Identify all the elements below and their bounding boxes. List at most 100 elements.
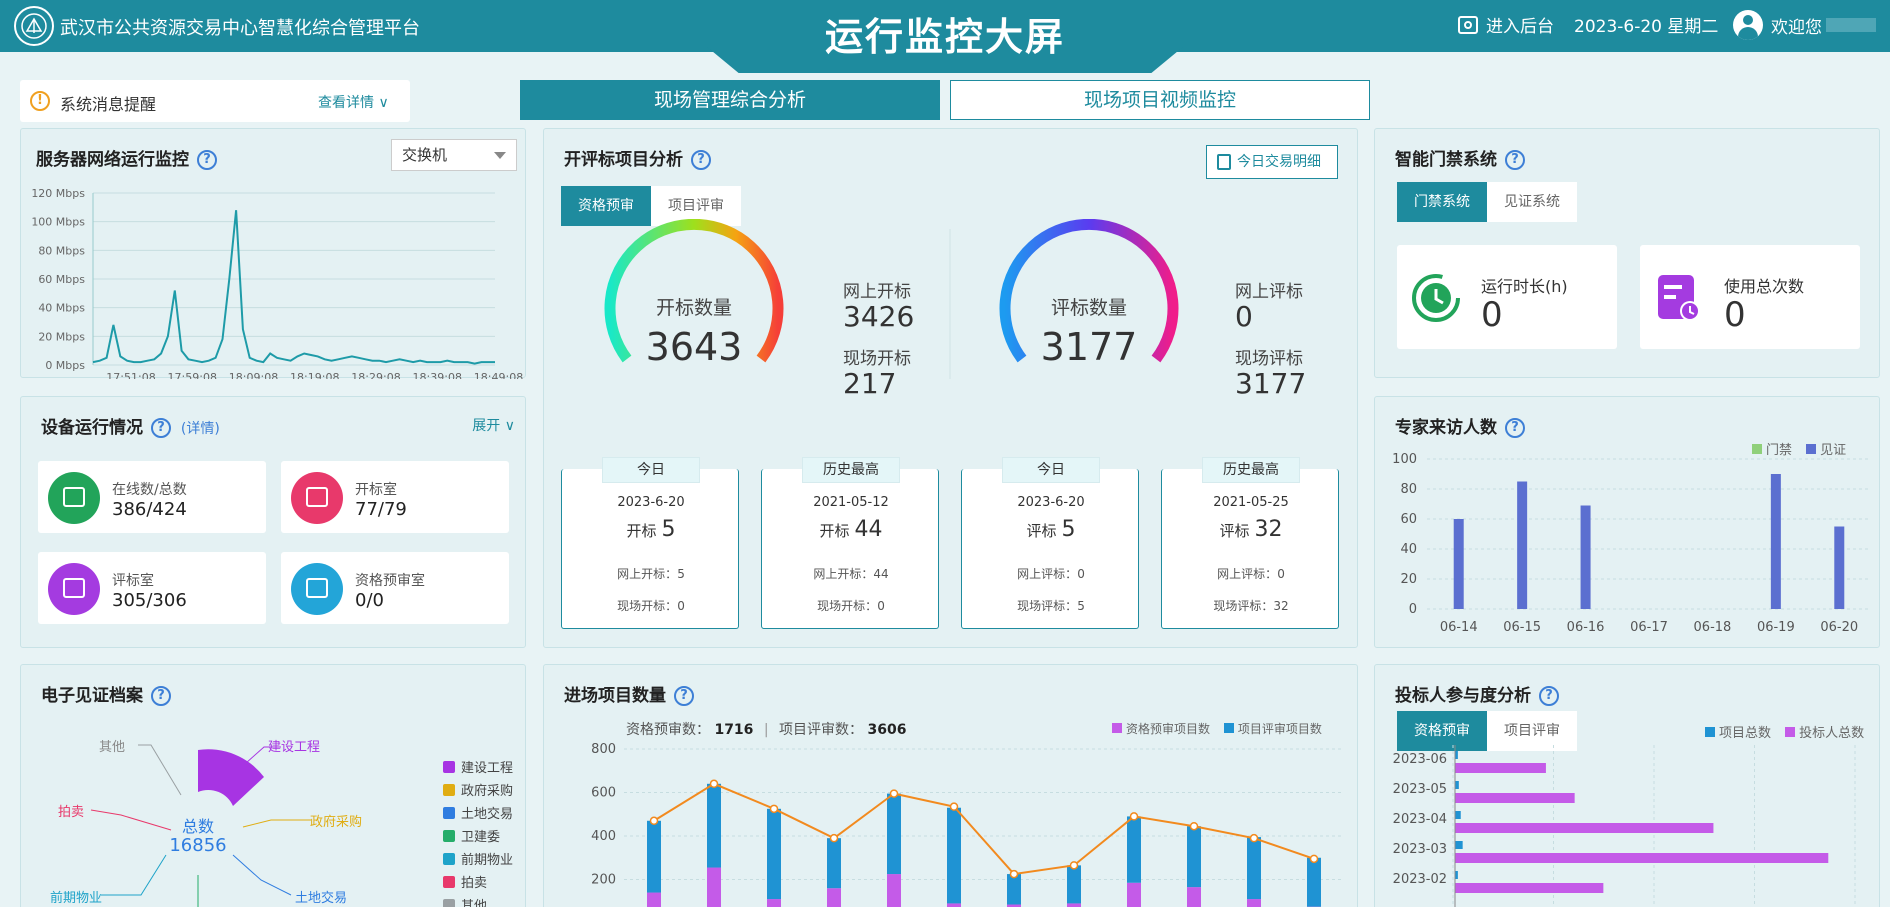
stat-line1-value: 44 <box>873 567 889 581</box>
y-tick-label: 100 <box>1392 452 1417 467</box>
tab-video-monitor[interactable]: 现场项目视频监控 <box>950 80 1370 120</box>
backend-icon <box>1458 15 1478 34</box>
bar-review <box>707 783 721 868</box>
legend-swatch <box>1705 727 1715 737</box>
notice-detail-label: 查看详情 <box>318 95 374 111</box>
gauge2-onsite-value: 3177 <box>1235 367 1307 400</box>
bar-bidders <box>1455 853 1829 863</box>
experts-panel: 专家来访人数? 门禁 见证 100 80 60 40 20 0 06-14 06-15 06-1… <box>1374 396 1880 648</box>
bar-bidders <box>1455 823 1714 833</box>
y-tick-label: 0 Mbps <box>45 359 85 372</box>
bar-projects <box>1455 811 1461 819</box>
x-tick-label: 06-19 <box>1757 620 1795 635</box>
stat-card-date: 2023-6-20 <box>1017 495 1085 510</box>
device-card[interactable]: 评标室 305/306 <box>38 552 266 624</box>
today-detail-button[interactable]: 今日交易明细 <box>1206 145 1338 179</box>
stat-card-line2: 现场评标：32 <box>1162 597 1340 614</box>
y-tick-label: 2023-04 <box>1393 812 1447 827</box>
entry-projects-panel: 进场项目数量? 资格预审数： 1716 | 项目评审数： 3606 资格预审项目… <box>543 664 1358 907</box>
help-icon[interactable]: ? <box>674 686 694 706</box>
pie-label-property: 前期物业 <box>50 891 103 906</box>
label-line-other <box>138 744 182 796</box>
bid-analysis-panel: 开评标项目分析? 今日交易明细 资格预审 项目评审 开标数量 3643 网上开标… <box>543 128 1358 648</box>
stat-card: 今日 2023-6-20 评标 5 网上评标：0 现场评标：5 <box>961 457 1140 629</box>
stat-line1-label: 网上评标： <box>1217 567 1278 581</box>
legend-label-review: 项目评审项目数 <box>1237 722 1322 736</box>
stat-card-head: 今日 <box>602 457 700 483</box>
device-card[interactable]: 在线数/总数 386/424 <box>38 461 266 533</box>
gauge2-label: 评标数量 <box>1050 297 1127 319</box>
device-label: 评标室 <box>112 573 154 589</box>
devices-detail-link[interactable]: (详情) <box>181 421 220 437</box>
dropdown-arrow-icon <box>494 152 506 159</box>
backend-label: 进入后台 <box>1486 17 1554 37</box>
bar-bidders <box>1455 883 1604 893</box>
stat-line2-value: 32 <box>1273 599 1289 613</box>
x-tick-label: 18:29:08 <box>351 371 400 379</box>
stat-line2-value: 5 <box>1077 599 1085 613</box>
tab-access-system[interactable]: 门禁系统 <box>1397 182 1487 222</box>
archive-total-value: 16856 <box>169 835 227 856</box>
today-detail-label: 今日交易明细 <box>1237 154 1321 170</box>
stat-line2-label: 现场开标： <box>817 599 878 613</box>
stat-card-num: 5 <box>1061 517 1076 542</box>
bar-bidders <box>1455 793 1575 803</box>
device-card[interactable]: 开标室 77/79 <box>281 461 509 533</box>
org-name: 武汉市公共资源交易中心智慧化综合管理平台 <box>60 18 420 39</box>
bar-review <box>947 807 961 904</box>
device-card[interactable]: 资格预审室 0/0 <box>281 552 509 624</box>
user-menu[interactable]: 欢迎您 <box>1733 10 1876 40</box>
help-icon[interactable]: ? <box>1505 418 1525 438</box>
devices-expand-link[interactable]: 展开 ∨ <box>472 415 515 435</box>
bar-review <box>1007 874 1021 905</box>
bidders-panel: 投标人参与度分析? 资格预审 项目评审 项目总数 投标人总数 2023-06 20… <box>1374 664 1880 907</box>
total-point <box>829 833 839 843</box>
y-tick-label: 400 <box>591 829 616 844</box>
y-tick-label: 20 Mbps <box>38 330 85 343</box>
bar-projects <box>1455 781 1459 789</box>
bar-qualification <box>1067 903 1081 907</box>
stat-card-line2: 现场开标：0 <box>762 597 940 614</box>
x-tick-label: 06-15 <box>1503 620 1541 635</box>
tab-site-analysis[interactable]: 现场管理综合分析 <box>520 80 940 120</box>
stat-card-num: 32 <box>1254 517 1283 542</box>
experts-bar-chart: 100 80 60 40 20 0 06-14 06-15 06-16 06-17 06-18 06-… <box>1392 452 1871 635</box>
x-tick-label: 06-18 <box>1694 620 1732 635</box>
bar-review <box>1187 826 1201 888</box>
stat-card-date: 2021-05-12 <box>813 495 889 510</box>
legend-item: 前期物业 <box>443 847 513 870</box>
usage-calendar-icon <box>1658 275 1700 321</box>
total-point <box>889 789 899 798</box>
device-value: 305/306 <box>112 590 187 611</box>
x-tick-label: 18:19:08 <box>290 371 339 379</box>
stat-card-line1: 网上评标：0 <box>962 565 1140 582</box>
pie-label-auction: 拍卖 <box>58 805 85 820</box>
help-icon[interactable]: ? <box>1539 686 1559 706</box>
stat-card-head: 历史最高 <box>802 457 900 483</box>
help-icon[interactable]: ? <box>1505 150 1525 170</box>
stat-card-main: 开标 5 <box>562 517 740 542</box>
chevron-down-icon: ∨ <box>504 418 515 434</box>
tab-witness-system[interactable]: 见证系统 <box>1487 182 1577 222</box>
entry-bar-chart: 8006004002000 <box>591 742 1344 907</box>
device-type-select[interactable]: 交换机 <box>391 139 517 171</box>
bar-review <box>1127 816 1141 883</box>
stat-card: 今日 2023-6-20 开标 5 网上开标：5 现场开标：0 <box>561 457 740 629</box>
gauge1-online-value: 3426 <box>843 300 915 333</box>
stat-card-head: 今日 <box>1002 457 1100 483</box>
legend-item: 建设工程 <box>443 755 513 778</box>
gauge1-value: 3643 <box>645 325 743 369</box>
bid-analysis-title-text: 开评标项目分析 <box>564 150 683 170</box>
total-line <box>653 782 1315 876</box>
help-icon[interactable]: ? <box>151 418 171 438</box>
help-icon[interactable]: ? <box>197 150 217 170</box>
bidders-title: 投标人参与度分析? <box>1395 681 1559 706</box>
y-tick-label: 2023-03 <box>1393 842 1447 857</box>
help-icon[interactable]: ? <box>691 150 711 170</box>
stat-card-main: 评标 5 <box>962 517 1140 542</box>
stat-line1-value: 5 <box>677 567 685 581</box>
notice-detail-link[interactable]: 查看详情 ∨ <box>318 92 389 112</box>
inbox-icon <box>291 563 343 615</box>
backend-link[interactable]: 进入后台 <box>1458 12 1554 37</box>
x-tick-label: 06-16 <box>1567 620 1605 635</box>
